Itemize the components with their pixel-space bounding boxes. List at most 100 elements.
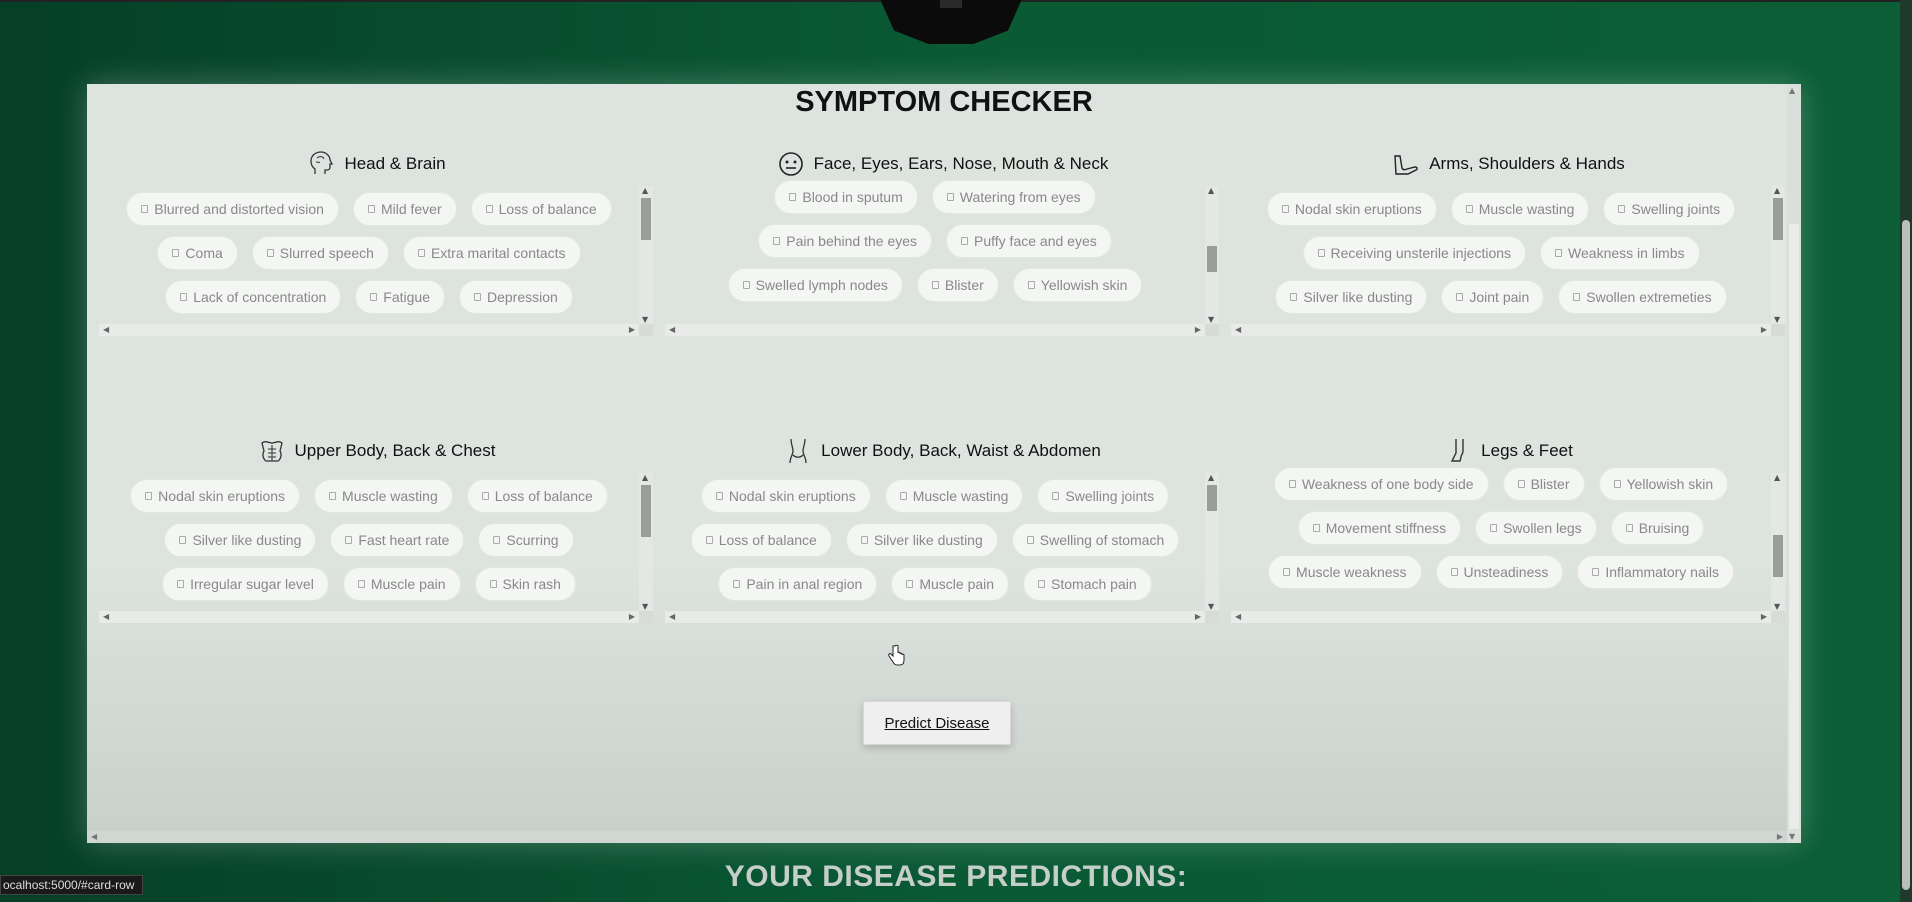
symptom-chip[interactable]: Nodal skin eruptions [1266, 192, 1437, 226]
symptom-chip[interactable]: Muscle pain [342, 567, 461, 601]
symptom-chip[interactable]: Extra marital contacts [402, 236, 581, 270]
symptom-chip[interactable]: Swelling joints [1603, 192, 1736, 226]
scroll-right-arrow-icon[interactable]: ▶ [1195, 324, 1201, 336]
symptom-vertical-scrollbar[interactable]: ▲ ▼ [639, 186, 653, 324]
symptom-horizontal-scrollbar[interactable]: ◀ ▶ [99, 324, 639, 336]
symptom-vertical-scrollbar[interactable]: ▲ ▼ [1771, 473, 1785, 611]
symptom-chip[interactable]: Loss of balance [466, 479, 608, 513]
scroll-up-arrow-icon[interactable]: ▲ [1774, 473, 1780, 482]
symptom-chip[interactable]: Yellowish skin [1598, 467, 1729, 501]
scroll-left-arrow-icon[interactable]: ◀ [1235, 324, 1241, 336]
symptom-chip[interactable]: Muscle wasting [314, 479, 453, 513]
symptom-chip[interactable]: Skin rash [474, 567, 576, 601]
scroll-left-arrow-icon[interactable]: ◀ [1235, 611, 1241, 623]
scroll-down-arrow-icon[interactable]: ▼ [642, 602, 648, 611]
symptom-chip[interactable]: Fast heart rate [330, 523, 465, 557]
symptom-chip[interactable]: Watering from eyes [931, 180, 1096, 214]
card-vertical-scrollbar[interactable]: ▲ ▼ [1787, 84, 1801, 843]
symptom-horizontal-scrollbar[interactable]: ◀ ▶ [1231, 611, 1771, 623]
symptom-chip[interactable]: Loss of balance [690, 523, 832, 557]
card-horizontal-scrollbar[interactable]: ◀ ▶ [87, 831, 1787, 843]
symptom-chip[interactable]: Movement stiffness [1297, 511, 1462, 545]
symptom-chip[interactable]: Swelling joints [1037, 479, 1170, 513]
symptom-chip[interactable]: Weakness of one body side [1273, 467, 1489, 501]
symptom-chip[interactable]: Yellowish skin [1012, 268, 1143, 302]
symptom-chip[interactable]: Joint pain [1441, 280, 1545, 314]
symptom-chip[interactable]: Muscle wasting [884, 479, 1024, 513]
scroll-down-arrow-icon[interactable]: ▼ [1774, 315, 1780, 324]
symptom-chip[interactable]: Slurred speech [251, 236, 389, 270]
symptom-chip[interactable]: Loss of balance [470, 192, 612, 226]
symptom-horizontal-scrollbar[interactable]: ◀ ▶ [1231, 324, 1771, 336]
symptom-vertical-scrollbar[interactable]: ▲ ▼ [1205, 473, 1219, 611]
symptom-chip[interactable]: Unsteadiness [1435, 555, 1564, 589]
scroll-thumb[interactable] [1773, 535, 1783, 577]
scroll-right-arrow-icon[interactable]: ▶ [1195, 611, 1201, 623]
scroll-down-arrow-icon[interactable]: ▼ [1789, 832, 1795, 841]
scroll-down-arrow-icon[interactable]: ▼ [1774, 602, 1780, 611]
scroll-left-arrow-icon[interactable]: ◀ [669, 611, 675, 623]
symptom-chip[interactable]: Blister [1502, 467, 1585, 501]
symptom-chip[interactable]: Swelled lymph nodes [727, 268, 903, 302]
symptom-chip[interactable]: Swollen legs [1475, 511, 1597, 545]
scroll-thumb[interactable] [1207, 485, 1217, 511]
symptom-chip[interactable]: Swelling of stomach [1011, 523, 1180, 557]
symptom-vertical-scrollbar[interactable]: ▲ ▼ [1205, 186, 1219, 324]
symptom-chip[interactable]: Receiving unsterile injections [1302, 236, 1527, 270]
scroll-up-arrow-icon[interactable]: ▲ [642, 186, 648, 195]
symptom-horizontal-scrollbar[interactable]: ◀ ▶ [665, 611, 1205, 623]
symptom-chip[interactable]: Bruising [1610, 511, 1705, 545]
scroll-down-arrow-icon[interactable]: ▼ [1208, 315, 1214, 324]
symptom-chip[interactable]: Depression [458, 280, 573, 314]
scroll-left-arrow-icon[interactable]: ◀ [91, 831, 97, 843]
scroll-thumb[interactable] [1773, 198, 1783, 240]
scroll-right-arrow-icon[interactable]: ▶ [629, 324, 635, 336]
symptom-chip[interactable]: Weakness in limbs [1540, 236, 1700, 270]
scroll-right-arrow-icon[interactable]: ▶ [629, 611, 635, 623]
symptom-chip[interactable]: Blister [916, 268, 999, 302]
symptom-chip[interactable]: Puffy face and eyes [946, 224, 1112, 258]
symptom-chip[interactable]: Silver like dusting [1275, 280, 1428, 314]
symptom-chip[interactable]: Pain in anal region [718, 567, 878, 601]
symptom-chip[interactable]: Swollen extremeties [1558, 280, 1727, 314]
symptom-chip[interactable]: Coma [157, 236, 238, 270]
symptom-chip[interactable]: Muscle weakness [1268, 555, 1422, 589]
scroll-right-arrow-icon[interactable]: ▶ [1761, 324, 1767, 336]
scroll-right-arrow-icon[interactable]: ▶ [1777, 831, 1783, 843]
symptom-chip[interactable]: Blurred and distorted vision [126, 192, 339, 226]
scroll-down-arrow-icon[interactable]: ▼ [1208, 602, 1214, 611]
symptom-chip[interactable]: Muscle wasting [1450, 192, 1590, 226]
symptom-chip[interactable]: Inflammatory nails [1577, 555, 1734, 589]
symptom-chip[interactable]: Fatigue [355, 280, 445, 314]
scroll-left-arrow-icon[interactable]: ◀ [103, 324, 109, 336]
scroll-up-arrow-icon[interactable]: ▲ [1208, 186, 1214, 195]
scroll-right-arrow-icon[interactable]: ▶ [1761, 611, 1767, 623]
symptom-chip[interactable]: Silver like dusting [164, 523, 317, 557]
symptom-vertical-scrollbar[interactable]: ▲ ▼ [639, 473, 653, 611]
symptom-chip[interactable]: Scurring [478, 523, 574, 557]
symptom-chip[interactable]: Lack of concentration [165, 280, 342, 314]
scroll-left-arrow-icon[interactable]: ◀ [669, 324, 675, 336]
predict-disease-button[interactable]: Predict Disease [863, 701, 1011, 745]
scroll-thumb[interactable] [1207, 246, 1217, 272]
scroll-up-arrow-icon[interactable]: ▲ [1789, 86, 1795, 95]
symptom-vertical-scrollbar[interactable]: ▲ ▼ [1771, 186, 1785, 324]
scroll-thumb[interactable] [641, 485, 651, 537]
scroll-up-arrow-icon[interactable]: ▲ [1774, 186, 1780, 195]
symptom-chip[interactable]: Pain behind the eyes [758, 224, 933, 258]
symptom-horizontal-scrollbar[interactable]: ◀ ▶ [99, 611, 639, 623]
symptom-chip[interactable]: Silver like dusting [845, 523, 998, 557]
symptom-chip[interactable]: Blood in sputum [774, 180, 918, 214]
page-scroll-thumb[interactable] [1902, 220, 1910, 890]
scroll-up-arrow-icon[interactable]: ▲ [1208, 473, 1214, 482]
symptom-chip[interactable]: Irregular sugar level [162, 567, 329, 601]
scroll-left-arrow-icon[interactable]: ◀ [103, 611, 109, 623]
scroll-thumb[interactable] [641, 198, 651, 240]
scroll-up-arrow-icon[interactable]: ▲ [642, 473, 648, 482]
symptom-chip[interactable]: Muscle pain [891, 567, 1010, 601]
scroll-thumb[interactable] [1789, 224, 1799, 829]
symptom-chip[interactable]: Mild fever [352, 192, 457, 226]
page-scrollbar[interactable] [1900, 0, 1912, 902]
symptom-chip[interactable]: Nodal skin eruptions [130, 479, 301, 513]
symptom-chip[interactable]: Stomach pain [1023, 567, 1152, 601]
